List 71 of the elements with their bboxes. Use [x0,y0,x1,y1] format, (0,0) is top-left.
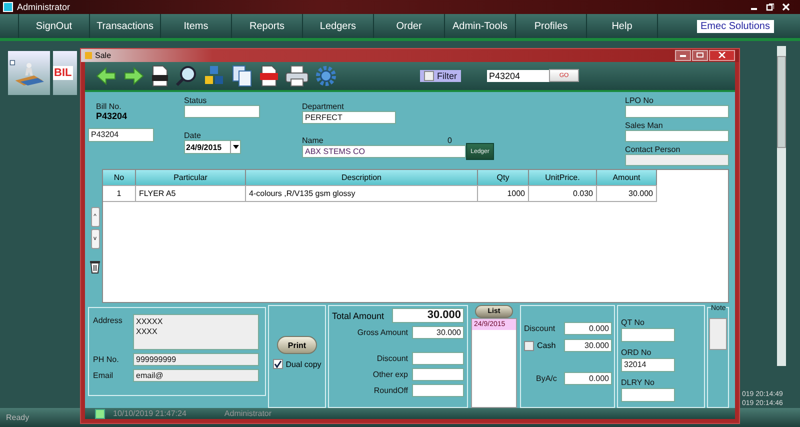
app-title: Administrator [17,2,70,12]
status-text: Ready [6,413,30,422]
column-header[interactable]: Qty [478,170,529,186]
address-label: Address [93,315,124,326]
ord-no-field[interactable]: 32014 [621,358,675,372]
menu-item[interactable]: Items [161,14,232,38]
date-field[interactable]: 24/9/2015 [184,140,241,154]
gross-amount-field: 30.000 [412,326,464,340]
print-button[interactable]: Print [277,336,317,354]
table-cell: 0.030 [529,186,597,202]
by-account-label: ByA/c [535,374,557,384]
department-field[interactable]: PERFECT [302,111,396,124]
menu-item[interactable]: Admin-Tools [445,14,516,38]
status-time: 10/10/2019 21:47:24 [113,409,186,418]
status-user: Administrator [224,409,272,418]
column-header[interactable]: Description [246,170,478,186]
menu-item[interactable]: SignOut [19,14,90,38]
table-cell: 1 [103,186,136,202]
filter-toggle[interactable]: Filter [420,70,461,82]
ord-no-label: ORD No [621,348,652,358]
name-field[interactable]: ABX STEMS CO [302,145,466,158]
date-label: Date [184,131,202,140]
by-account-field[interactable]: 0.000 [564,372,612,386]
table-cell: FLYER A5 [136,186,246,202]
menu-item[interactable]: Ledgers [303,14,374,38]
gross-amount-label: Gross Amount [357,328,408,338]
phone-field[interactable]: 999999999 [133,353,259,366]
menu-item[interactable]: Help [587,14,658,38]
address-line: XXXX [136,327,158,338]
table-cell: 4-colours ,R/V135 gsm glossy [246,186,478,202]
lpo-label: LPO No [625,96,654,106]
name-count: 0 [448,136,452,146]
cash-field[interactable]: 30.000 [564,339,612,352]
sales-man-label: Sales Man [625,120,664,130]
bill-tile[interactable]: BIL [53,51,77,95]
menu-item[interactable]: Order [374,14,445,38]
column-header[interactable]: No [103,170,136,186]
email-field[interactable]: email@ [133,369,259,382]
phone-label: PH No. [93,354,120,364]
discount-field[interactable]: 0.000 [564,322,612,336]
total-amount-label: Total Amount [332,310,384,321]
status-label: Status [184,96,208,106]
bill-no-value: P43204 [95,111,128,122]
search-field[interactable]: P43204 [487,70,549,82]
menu-item[interactable]: Reports [232,14,303,38]
bill-no-label: Bill No. [95,102,122,112]
discount-label: Discount [524,324,556,334]
address-field[interactable]: XXXXX XXXX [133,314,259,350]
roundoff-label: RoundOff [374,386,408,396]
bill-field[interactable]: P43204 [88,128,154,142]
dual-copy-checkbox[interactable]: Dual copy [272,359,322,370]
discount-label: Discount [376,354,408,364]
total-amount-field: 30.000 [392,308,464,324]
column-header[interactable]: Particular [136,170,246,186]
other-exp-label: Other exp [372,370,408,380]
table-cell: 1000 [478,186,529,202]
name-label: Name [302,136,324,146]
menu-item[interactable]: Profiles [516,14,587,38]
window-title: Sale [95,50,112,60]
dlry-no-label: DLRY No [621,378,656,388]
cash-checkbox[interactable]: Cash [524,340,556,351]
department-label: Department [302,102,345,112]
contact-person-label: Contact Person [625,144,682,154]
address-line: XXXXX [136,317,164,328]
column-header[interactable]: Amount [597,170,657,186]
qt-no-label: QT No [621,318,646,328]
menu-item[interactable]: Transactions [90,14,161,38]
brand-label: Emec Solutions [696,20,774,32]
email-label: Email [93,370,114,380]
column-header[interactable]: UnitPrice. [529,170,597,186]
table-cell: 30.000 [597,186,657,202]
